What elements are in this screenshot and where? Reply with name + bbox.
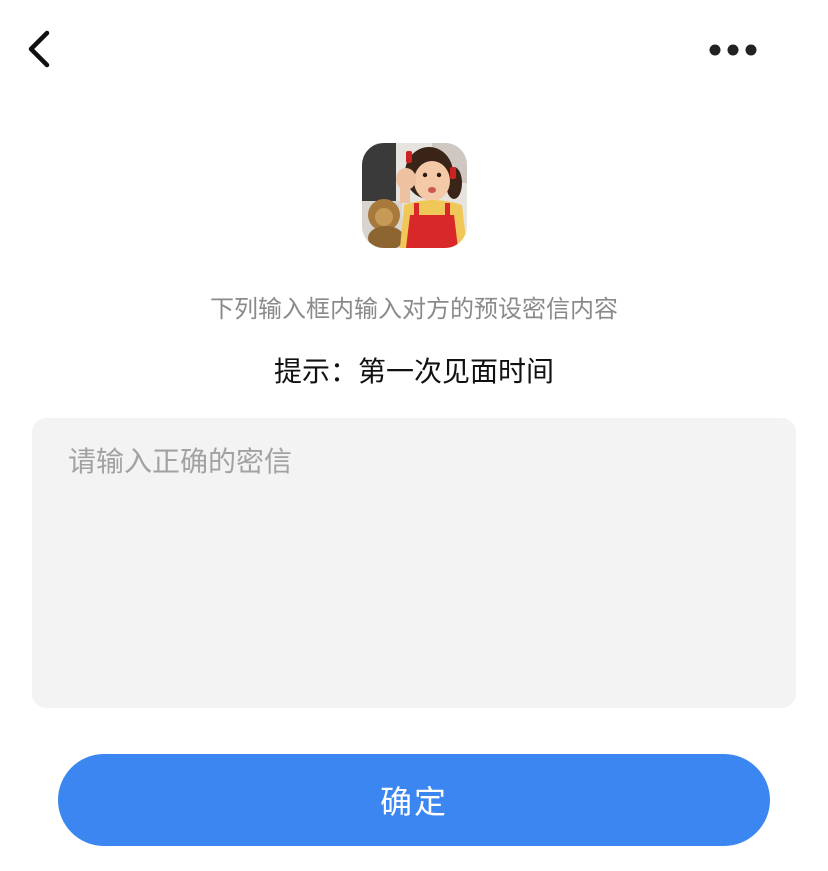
secret-message-input[interactable] bbox=[32, 418, 796, 708]
more-horizontal-icon bbox=[708, 42, 758, 61]
back-button[interactable] bbox=[14, 24, 66, 78]
hint-text: 提示：第一次见面时间 bbox=[273, 355, 554, 388]
instruction-text: 下列输入框内输入对方的预设密信内容 bbox=[210, 295, 618, 323]
avatar bbox=[362, 143, 467, 248]
user-avatar-photo bbox=[362, 143, 467, 248]
chevron-left-icon bbox=[25, 27, 55, 75]
confirm-button[interactable]: 确定 bbox=[58, 754, 770, 846]
more-options-button[interactable] bbox=[700, 30, 766, 72]
